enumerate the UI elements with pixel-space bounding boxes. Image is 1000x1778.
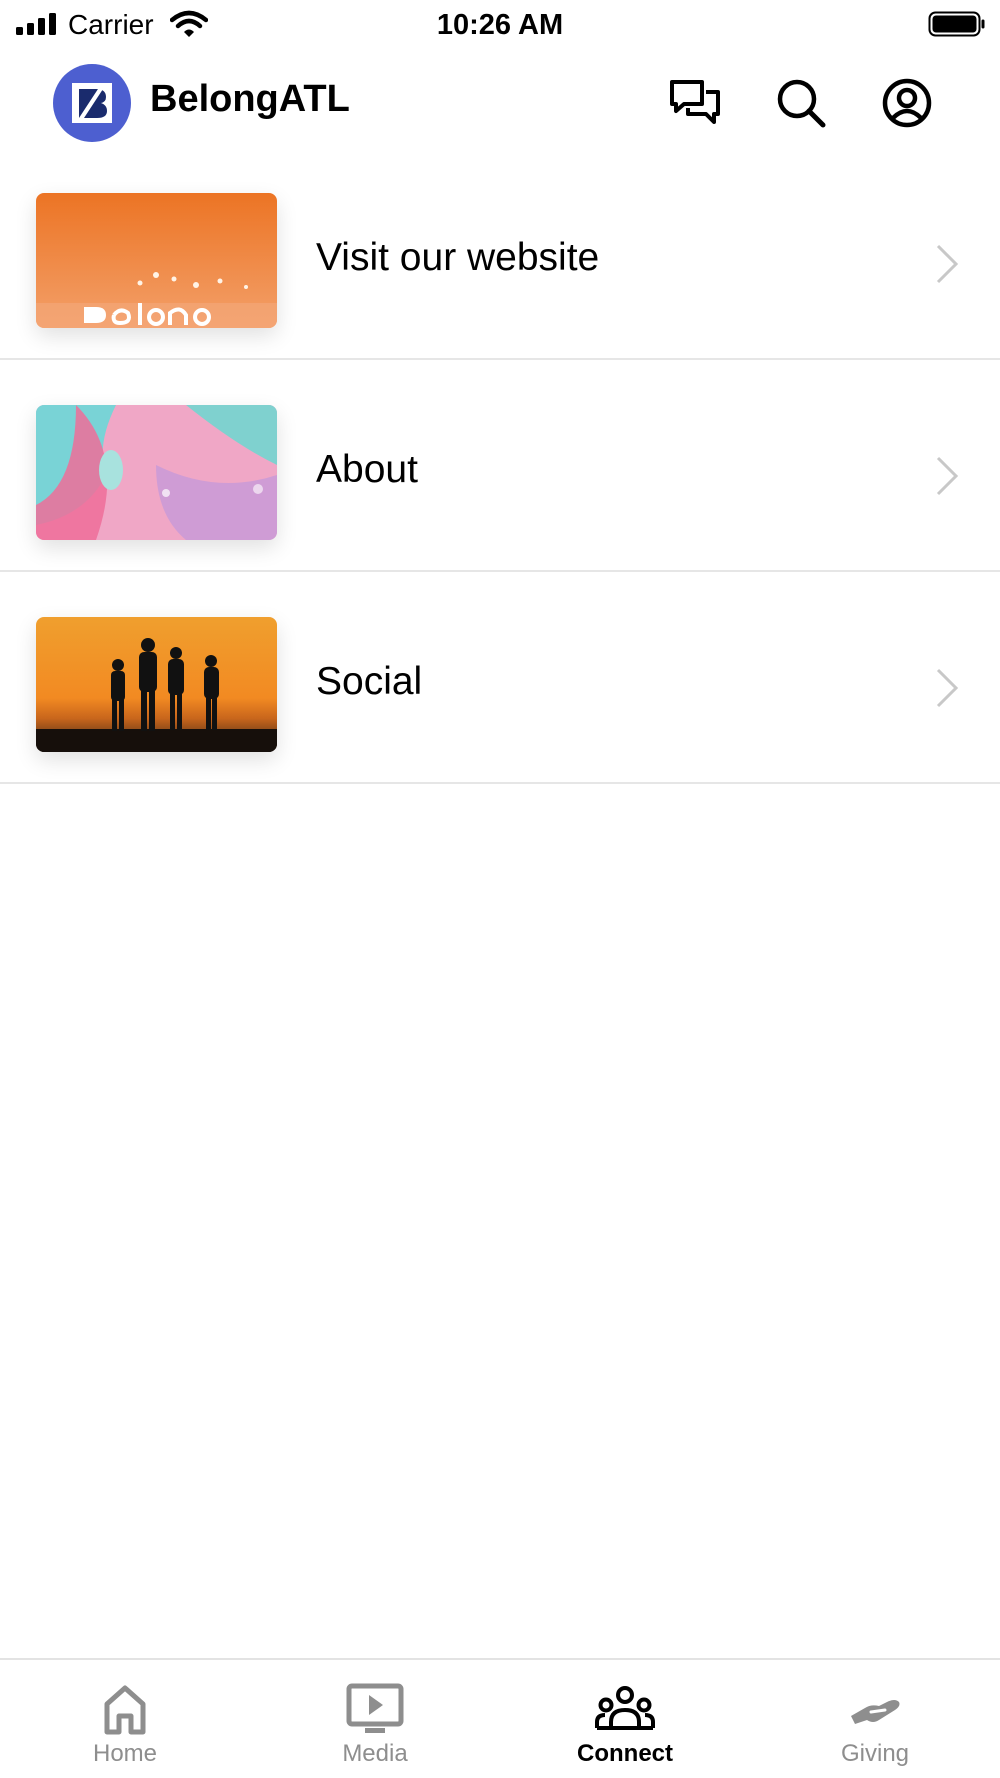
app-header: BelongATL	[0, 56, 1000, 148]
chevron-right-icon	[936, 668, 959, 708]
tab-label: Connect	[577, 1740, 673, 1767]
people-icon	[595, 1686, 655, 1730]
social-thumbnail	[36, 617, 277, 752]
app-logo	[53, 64, 131, 142]
list-item-website[interactable]: Visit our website	[0, 148, 1000, 360]
giving-hand-icon	[851, 1700, 900, 1724]
profile-icon[interactable]	[880, 76, 934, 130]
home-icon	[104, 1685, 146, 1735]
tab-home[interactable]: Home	[0, 1660, 250, 1778]
chat-icon[interactable]	[668, 76, 722, 130]
tab-label: Media	[342, 1740, 408, 1767]
list-item-social[interactable]: Social	[0, 572, 1000, 784]
media-icon	[346, 1683, 404, 1733]
website-thumbnail	[36, 193, 277, 328]
tab-connect[interactable]: Connect	[500, 1660, 750, 1778]
connect-list: Visit our website About Social	[0, 148, 1000, 784]
app-title: BelongATL	[150, 78, 350, 120]
status-time: 10:26 AM	[436, 9, 564, 41]
tab-label: Giving	[840, 1740, 910, 1767]
status-bar: Carrier 10:26 AM	[0, 0, 1000, 50]
battery-icon	[928, 11, 985, 37]
tab-giving[interactable]: Giving	[750, 1660, 1000, 1778]
list-item-label: Visit our website	[316, 236, 600, 279]
list-item-label: Social	[316, 660, 423, 703]
list-item-label: About	[316, 448, 418, 491]
logo-mark-icon	[72, 83, 112, 123]
tab-label: Home	[92, 1740, 158, 1767]
chevron-right-icon	[936, 456, 959, 496]
about-thumbnail	[36, 405, 277, 540]
search-icon[interactable]	[774, 76, 828, 130]
tab-bar: Home Media Connect Giving	[0, 1658, 1000, 1778]
list-item-about[interactable]: About	[0, 360, 1000, 572]
chevron-right-icon	[936, 244, 959, 284]
tab-media[interactable]: Media	[250, 1660, 500, 1778]
